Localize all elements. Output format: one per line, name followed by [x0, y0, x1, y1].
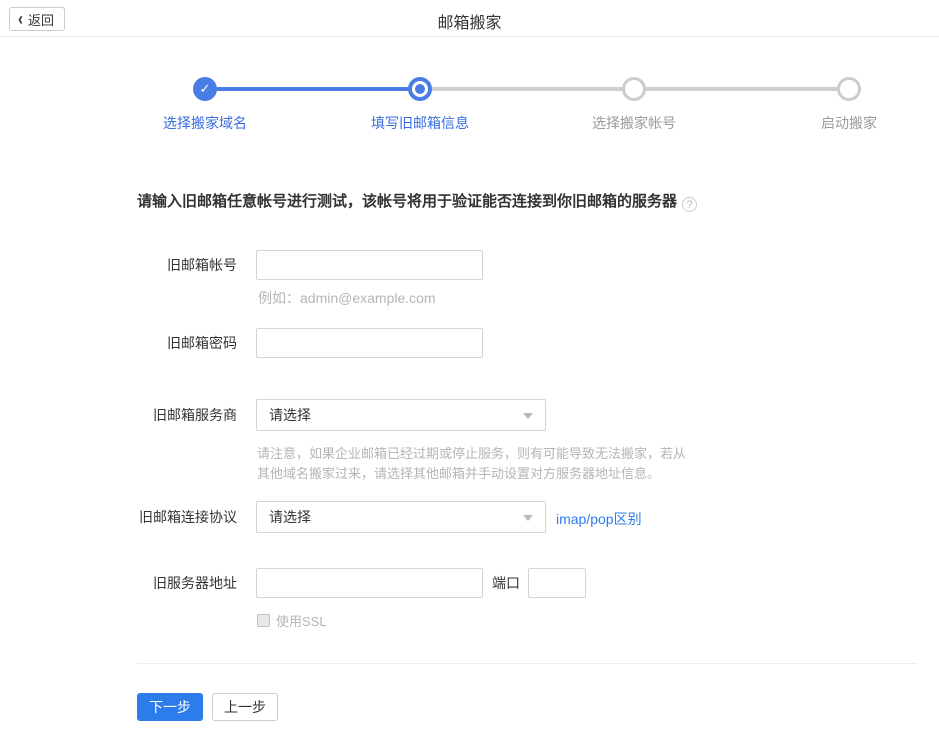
next-step-button[interactable]: 下一步 — [137, 693, 203, 721]
step-connector-3-4 — [645, 87, 838, 91]
step-1-completed-check-icon: ✓ — [193, 77, 217, 101]
ssl-option-row: 使用SSL — [257, 611, 327, 630]
provider-note-line-2: 其他域名搬家过来，请选择其他邮箱并手动设置对方服务器地址信息。 — [257, 463, 660, 482]
footer-divider — [137, 663, 917, 664]
step-3-pending-indicator — [622, 77, 646, 101]
help-icon[interactable]: ? — [682, 197, 697, 212]
imap-pop-difference-link[interactable]: imap/pop区别 — [556, 509, 642, 529]
page-title: 邮箱搬家 — [0, 9, 939, 33]
server-address-label: 旧服务器地址 — [60, 568, 237, 598]
step-3-label: 选择搬家帐号 — [592, 113, 676, 133]
provider-select[interactable]: 请选择 — [256, 399, 546, 431]
instruction-text: 请输入旧邮箱任意帐号进行测试，该帐号将用于验证能否连接到你旧邮箱的服务器 — [137, 193, 677, 210]
ssl-checkbox-label: 使用SSL — [276, 611, 327, 630]
step-2-current-indicator — [408, 77, 432, 101]
step-2-label: 填写旧邮箱信息 — [371, 113, 469, 133]
port-input[interactable] — [528, 568, 586, 598]
step-connector-1-2 — [216, 87, 409, 91]
server-address-input[interactable] — [256, 568, 483, 598]
form-instruction: 请输入旧邮箱任意帐号进行测试，该帐号将用于验证能否连接到你旧邮箱的服务器? — [137, 190, 697, 212]
chevron-down-icon — [523, 515, 533, 521]
ssl-checkbox[interactable] — [257, 614, 270, 627]
old-password-input[interactable] — [256, 328, 483, 358]
port-label: 端口 — [492, 568, 520, 598]
step-connector-2-3 — [431, 87, 623, 91]
old-account-input[interactable] — [256, 250, 483, 280]
step-2-dot-icon — [415, 84, 425, 94]
protocol-selected-value: 请选择 — [269, 509, 311, 525]
old-password-label: 旧邮箱密码 — [60, 328, 237, 358]
step-4-label: 启动搬家 — [821, 113, 877, 133]
provider-label: 旧邮箱服务商 — [60, 400, 237, 430]
protocol-select[interactable]: 请选择 — [256, 501, 546, 533]
top-bar: ‹ 返回 邮箱搬家 — [0, 0, 939, 37]
previous-step-button[interactable]: 上一步 — [212, 693, 278, 721]
old-account-label: 旧邮箱帐号 — [60, 250, 237, 280]
provider-note-line-1: 请注意，如果企业邮箱已经过期或停止服务，则有可能导致无法搬家，若从 — [257, 443, 686, 462]
step-4-pending-indicator — [837, 77, 861, 101]
protocol-label: 旧邮箱连接协议 — [60, 502, 237, 532]
old-account-example-hint: 例如：admin@example.com — [258, 288, 436, 308]
chevron-down-icon — [523, 413, 533, 419]
step-1-label: 选择搬家域名 — [163, 113, 247, 133]
provider-selected-value: 请选择 — [269, 407, 311, 423]
